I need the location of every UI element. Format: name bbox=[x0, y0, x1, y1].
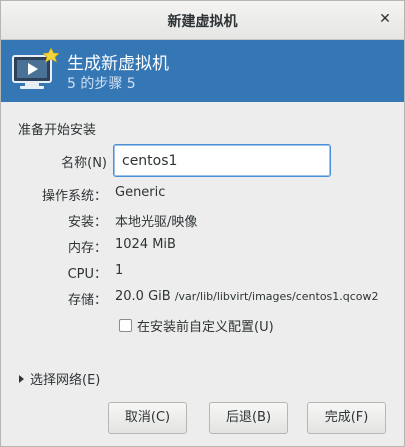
os-label: 操作系统： bbox=[41, 189, 107, 204]
memory-label: 内存： bbox=[67, 241, 107, 256]
finish-button[interactable]: 完成(F) bbox=[307, 402, 386, 434]
section-title: 准备开始安装 bbox=[18, 123, 97, 138]
storage-label: 存储： bbox=[67, 293, 107, 308]
install-value: 本地光驱/映像 bbox=[115, 215, 198, 230]
titlebar: 新建虚拟机 ✕ bbox=[1, 1, 404, 40]
network-label: 选择网络(E) bbox=[30, 373, 101, 388]
new-vm-dialog: 新建虚拟机 ✕ 生成新虚拟机 5 的步骤 5 准备开始安装 名称(N) 操作系统… bbox=[0, 0, 405, 447]
cpu-value: 1 bbox=[115, 263, 124, 278]
step-indicator: 5 的步骤 5 bbox=[67, 76, 136, 92]
close-icon[interactable]: ✕ bbox=[376, 10, 394, 28]
window-title: 新建虚拟机 bbox=[167, 14, 238, 30]
back-button[interactable]: 后退(B) bbox=[209, 402, 288, 434]
banner-title: 生成新虚拟机 bbox=[67, 54, 169, 74]
name-label: 名称(N) bbox=[61, 156, 107, 171]
storage-size: 20.0 GiB bbox=[115, 289, 171, 304]
vm-monitor-icon bbox=[12, 48, 59, 89]
expander-arrow-icon bbox=[19, 374, 24, 383]
install-label: 安装： bbox=[67, 215, 107, 230]
storage-path: /var/lib/libvirt/images/centos1.qcow2 bbox=[174, 290, 379, 303]
memory-value: 1024 MiB bbox=[115, 237, 176, 252]
os-value: Generic bbox=[115, 185, 166, 200]
customize-checkbox-row[interactable]: 在安装前自定义配置(U) bbox=[119, 316, 274, 335]
customize-checkbox[interactable] bbox=[119, 318, 132, 332]
customize-label: 在安装前自定义配置(U) bbox=[137, 319, 274, 335]
network-expander[interactable]: 选择网络(E) bbox=[19, 369, 100, 388]
storage-value: 20.0 GiB /var/lib/libvirt/images/centos1… bbox=[115, 289, 379, 304]
cpu-label: CPU： bbox=[67, 267, 107, 282]
wizard-banner: 生成新虚拟机 5 的步骤 5 bbox=[1, 40, 404, 102]
name-input[interactable] bbox=[113, 144, 331, 177]
cancel-button[interactable]: 取消(C) bbox=[108, 402, 187, 434]
